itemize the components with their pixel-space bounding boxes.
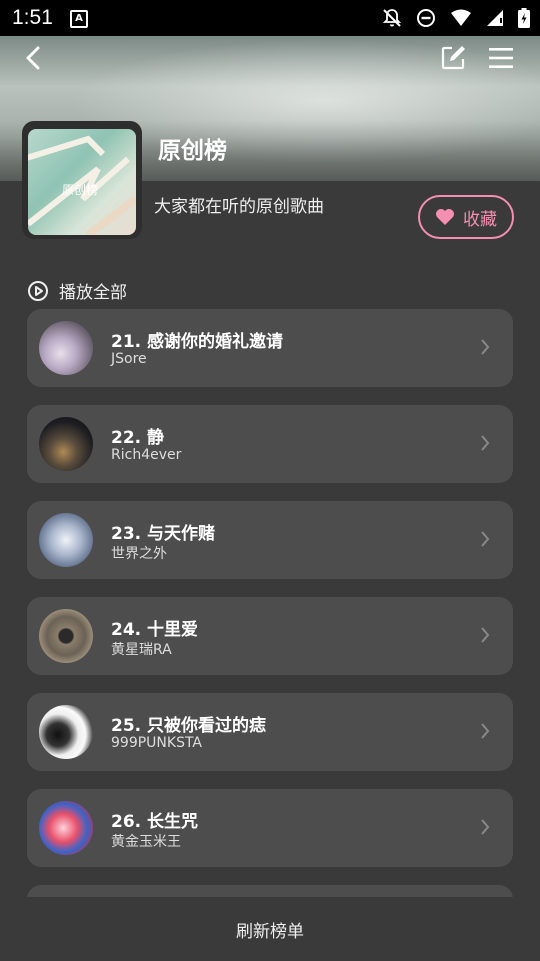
wifi-icon xyxy=(451,9,471,26)
song-item[interactable]: 24. 十里爱 黄星瑞RA xyxy=(27,597,513,675)
status-bar: 1:51 A xyxy=(0,0,540,36)
chevron-right-icon xyxy=(481,723,490,739)
do-not-disturb-icon xyxy=(417,9,435,27)
heart-icon xyxy=(436,209,454,225)
song-cover xyxy=(39,417,93,471)
song-cover xyxy=(39,705,93,759)
edit-button[interactable] xyxy=(435,40,471,76)
song-artist: 黄金玉米王 xyxy=(111,834,181,850)
edit-icon xyxy=(441,46,465,70)
status-icons xyxy=(382,8,530,28)
song-artist: Rich4ever xyxy=(111,447,182,463)
chevron-right-icon xyxy=(481,627,490,643)
song-item[interactable]: 23. 与天作赌 世界之外 xyxy=(27,501,513,579)
page-title: 原创榜 xyxy=(158,138,227,164)
battery-icon xyxy=(518,8,530,28)
song-title: 25. 只被你看过的痣 xyxy=(111,716,267,736)
favorite-label: 收藏 xyxy=(463,209,497,230)
song-title: 24. 十里爱 xyxy=(111,620,199,640)
chevron-right-icon xyxy=(481,339,490,355)
cover-text: 原创榜 xyxy=(62,183,99,197)
hamburger-menu-icon xyxy=(489,48,513,68)
song-item[interactable]: 25. 只被你看过的痣 999PUNKSTA xyxy=(27,693,513,771)
signal-icon xyxy=(487,10,503,26)
favorite-button[interactable]: 收藏 xyxy=(418,195,514,239)
song-artist: JSore xyxy=(111,351,147,367)
song-item[interactable]: 22. 静 Rich4ever xyxy=(27,405,513,483)
chevron-right-icon xyxy=(481,531,490,547)
notification-a-icon: A xyxy=(70,10,88,28)
song-title: 23. 与天作赌 xyxy=(111,524,216,544)
song-artist: 999PUNKSTA xyxy=(111,735,202,751)
song-title: 26. 长生咒 xyxy=(111,812,199,832)
status-time: 1:51 xyxy=(12,6,53,29)
play-all-button[interactable]: 播放全部 xyxy=(27,278,127,303)
back-button[interactable] xyxy=(15,40,51,76)
chevron-right-icon xyxy=(481,819,490,835)
refresh-label: 刷新榜单 xyxy=(236,921,304,942)
song-list: 21. 感谢你的婚礼邀请 JSore 22. 静 Rich4ever 23. 与… xyxy=(27,309,513,897)
song-item-partial[interactable] xyxy=(27,885,513,897)
song-item[interactable]: 26. 长生咒 黄金玉米王 xyxy=(27,789,513,867)
page-subtitle: 大家都在听的原创歌曲 xyxy=(154,197,324,217)
play-circle-icon xyxy=(28,280,48,301)
song-artist: 世界之外 xyxy=(111,546,167,562)
chevron-right-icon xyxy=(481,435,490,451)
song-title: 22. 静 xyxy=(111,428,165,448)
notifications-off-icon xyxy=(382,9,402,27)
menu-button[interactable] xyxy=(483,40,519,76)
playlist-cover-frame: 原创榜 xyxy=(22,121,142,239)
song-cover xyxy=(39,801,93,855)
song-item[interactable]: 21. 感谢你的婚礼邀请 JSore xyxy=(27,309,513,387)
song-cover xyxy=(39,321,93,375)
song-cover xyxy=(39,609,93,663)
song-cover xyxy=(39,513,93,567)
refresh-list-button[interactable]: 刷新榜单 xyxy=(0,897,540,961)
song-artist: 黄星瑞RA xyxy=(111,642,172,658)
chevron-left-icon xyxy=(26,46,40,70)
playlist-cover-image: 原创榜 xyxy=(28,129,136,235)
song-title: 21. 感谢你的婚礼邀请 xyxy=(111,332,284,352)
play-all-label: 播放全部 xyxy=(59,283,127,303)
